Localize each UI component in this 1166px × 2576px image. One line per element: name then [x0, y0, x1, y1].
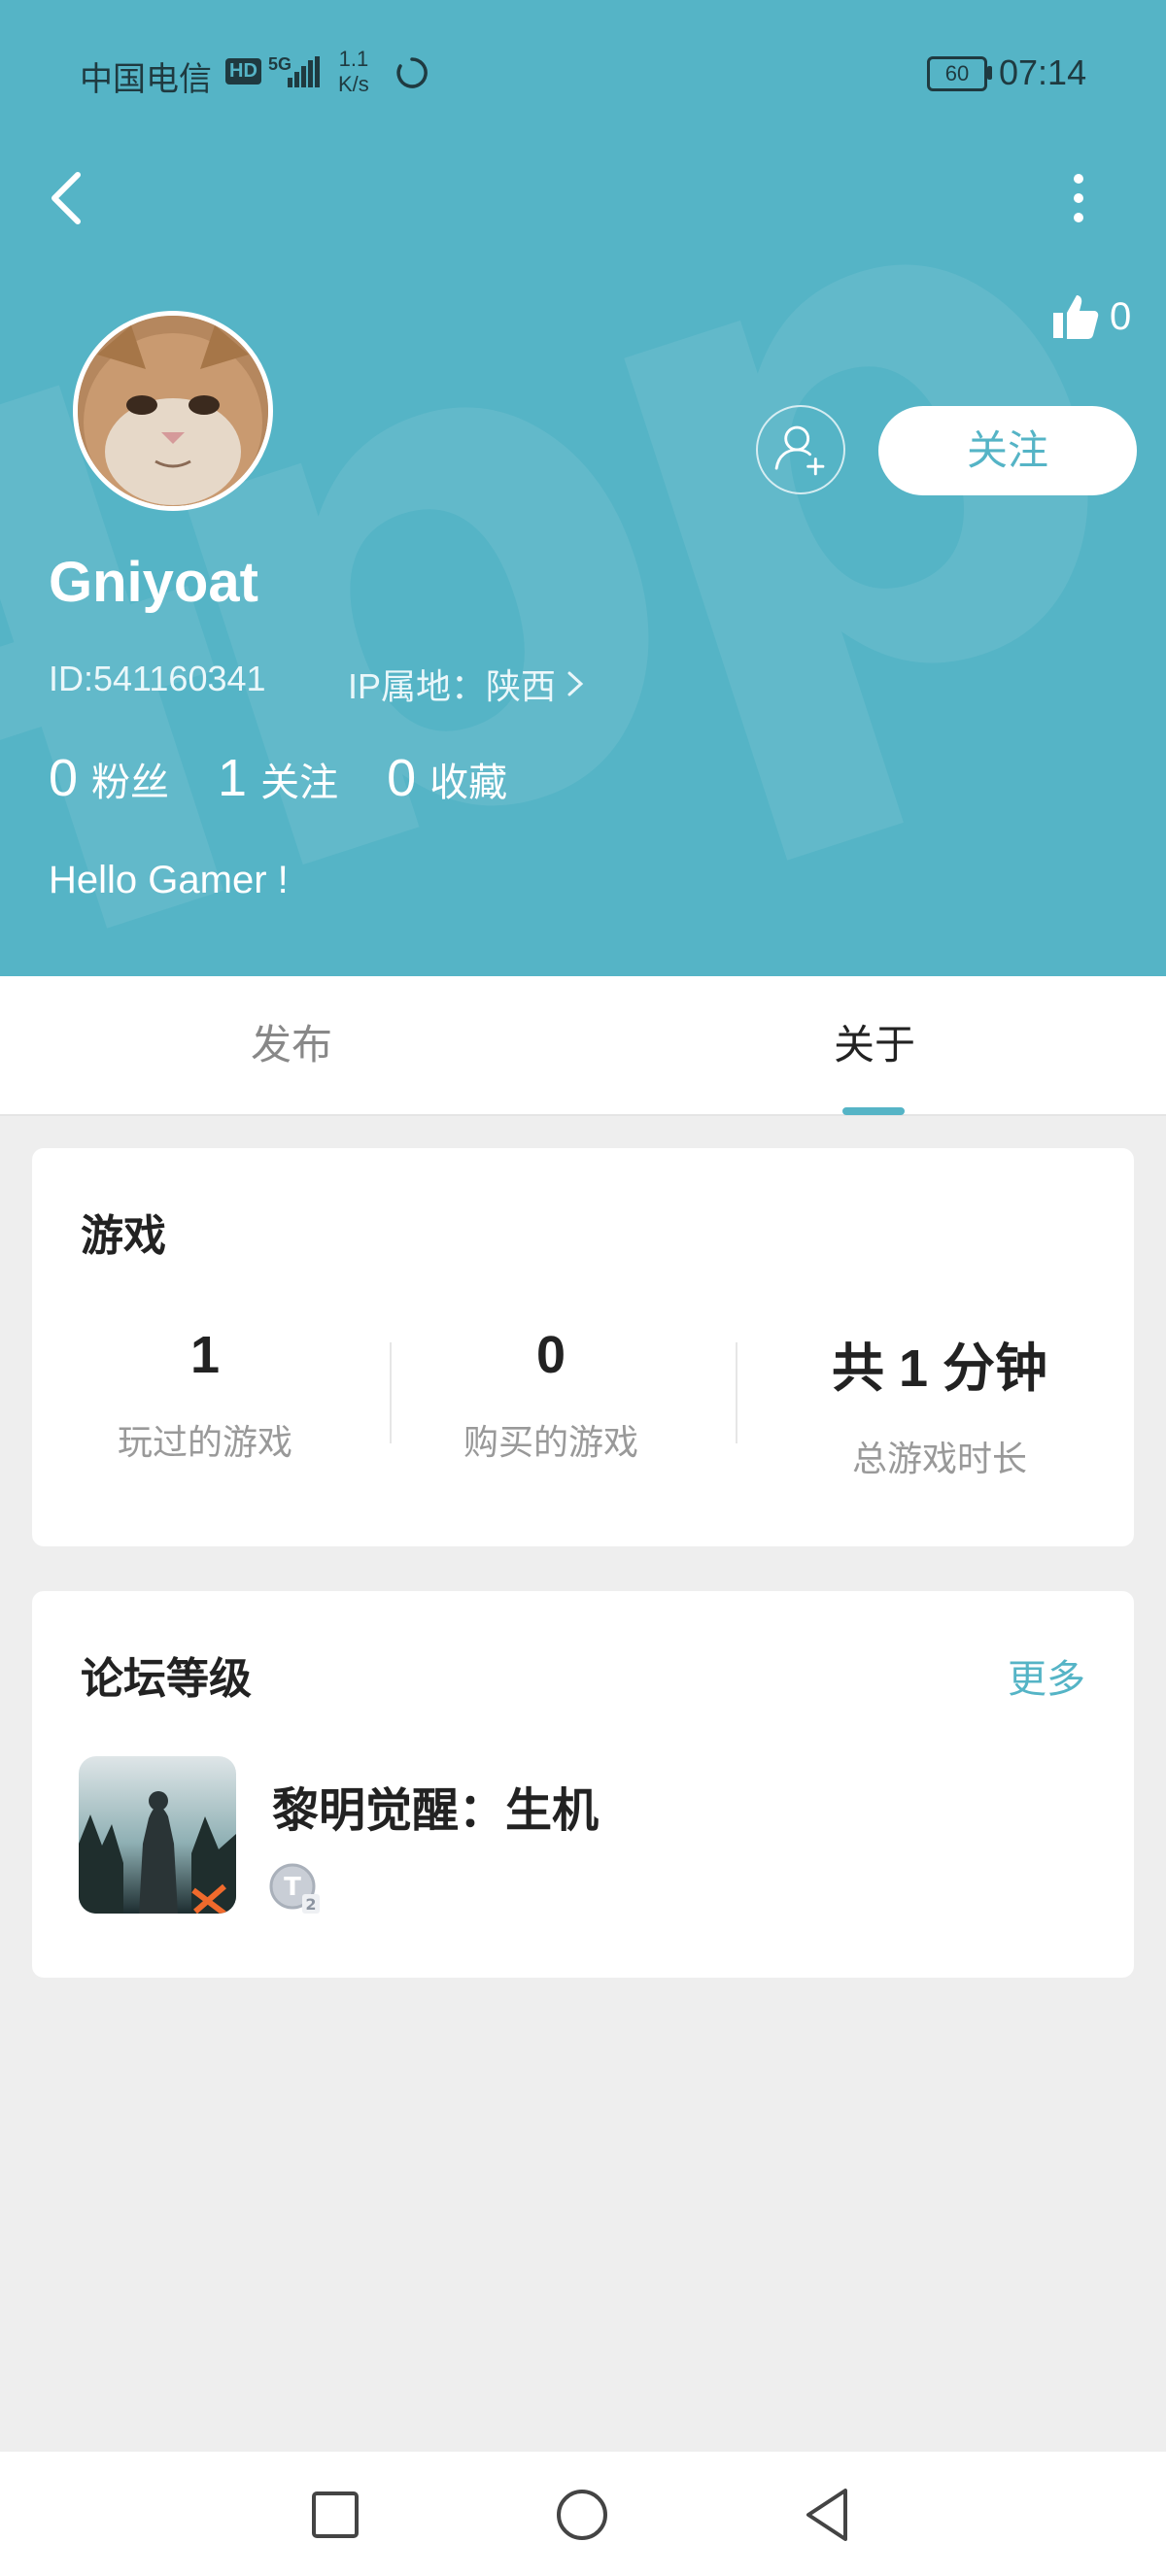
played-games-value: 1 [189, 1326, 221, 1384]
following-count[interactable]: 1 [218, 748, 247, 808]
follow-button[interactable]: 关注 [878, 406, 1137, 495]
game-icon[interactable] [79, 1756, 236, 1914]
hd-badge: HD [225, 58, 261, 85]
level-badge-icon: T 2 [269, 1863, 320, 1914]
like-counter[interactable]: 0 [1049, 288, 1131, 346]
played-games-metric: 1 玩过的游戏 [32, 1325, 378, 1465]
add-user-icon[interactable] [756, 405, 845, 494]
followers-label[interactable]: 粉丝 [91, 751, 169, 807]
speed-value: 1.1 [338, 47, 369, 71]
purchased-games-value: 0 [535, 1326, 566, 1384]
game-name[interactable]: 黎明觉醒：生机 [272, 1772, 599, 1840]
like-count: 0 [1110, 294, 1132, 338]
battery-icon: 60 [927, 56, 987, 91]
clock: 07:14 [999, 52, 1087, 92]
profile-header: ƚɒp 中国电信 HD 5G 1.1 K/s 60 07:14 0 关注 Gni… [0, 0, 1166, 976]
speed-unit: K/s [338, 72, 369, 96]
carrier-name: 中国电信 [80, 61, 212, 98]
square-icon[interactable] [301, 2481, 369, 2549]
chevron-left-icon[interactable] [39, 167, 97, 229]
favorites-count[interactable]: 0 [387, 748, 416, 808]
active-tab-indicator [842, 1107, 905, 1115]
battery-nub [987, 66, 992, 80]
played-games-label: 玩过的游戏 [117, 1422, 292, 1462]
avatar[interactable] [73, 311, 273, 511]
profile-tabs: 发布 关于 [0, 976, 1166, 1116]
sync-icon [396, 57, 428, 88]
playtime-metric: 共 1 分钟 总游戏时长 [745, 1325, 1134, 1481]
network-speed: 1.1 K/s [338, 47, 369, 97]
username: Gniyoat [49, 551, 258, 614]
svg-text:2: 2 [305, 1895, 316, 1914]
playtime-value: 共 1 分钟 [831, 1339, 1048, 1398]
more-link[interactable]: 更多 [1008, 1647, 1085, 1704]
thumbs-up-icon [1053, 295, 1099, 339]
game-artwork-image [79, 1756, 236, 1914]
playtime-label: 总游戏时长 [851, 1439, 1027, 1478]
signal-icon [288, 56, 320, 87]
user-bio: Hello Gamer ! [49, 859, 289, 901]
tab-about[interactable]: 关于 [729, 976, 1020, 1114]
divider [736, 1342, 737, 1443]
system-nav-bar [0, 2452, 1166, 2576]
purchased-games-label: 购买的游戏 [463, 1422, 638, 1462]
svg-text:T: T [284, 1873, 301, 1902]
following-label[interactable]: 关注 [260, 751, 338, 807]
cat-avatar-image [78, 316, 268, 506]
user-id: ID:541160341 [49, 659, 266, 698]
forum-card-title: 论坛等级 [81, 1655, 252, 1703]
more-vertical-icon[interactable] [1059, 169, 1098, 227]
purchased-games-metric: 0 购买的游戏 [378, 1325, 724, 1465]
games-card-title: 游戏 [81, 1212, 166, 1260]
tab-publish[interactable]: 发布 [146, 976, 437, 1114]
circle-icon[interactable] [548, 2481, 616, 2549]
ip-location: IP属地：陕西 [348, 666, 557, 706]
followers-count[interactable]: 0 [49, 748, 78, 808]
games-card: 游戏 1 玩过的游戏 0 购买的游戏 共 1 分钟 总游戏时长 [32, 1148, 1134, 1546]
triangle-back-icon[interactable] [795, 2481, 863, 2549]
favorites-label[interactable]: 收藏 [429, 751, 507, 807]
profile-stats: 0 粉丝 1 关注 0 收藏 [49, 748, 556, 808]
ip-location-link[interactable]: IP属地：陕西 [348, 659, 587, 709]
forum-level-card: 论坛等级 更多 黎明觉醒：生机 T 2 [32, 1591, 1134, 1978]
chevron-right-icon [567, 671, 584, 696]
status-bar: 中国电信 HD 5G 1.1 K/s 60 07:14 [0, 0, 1166, 146]
